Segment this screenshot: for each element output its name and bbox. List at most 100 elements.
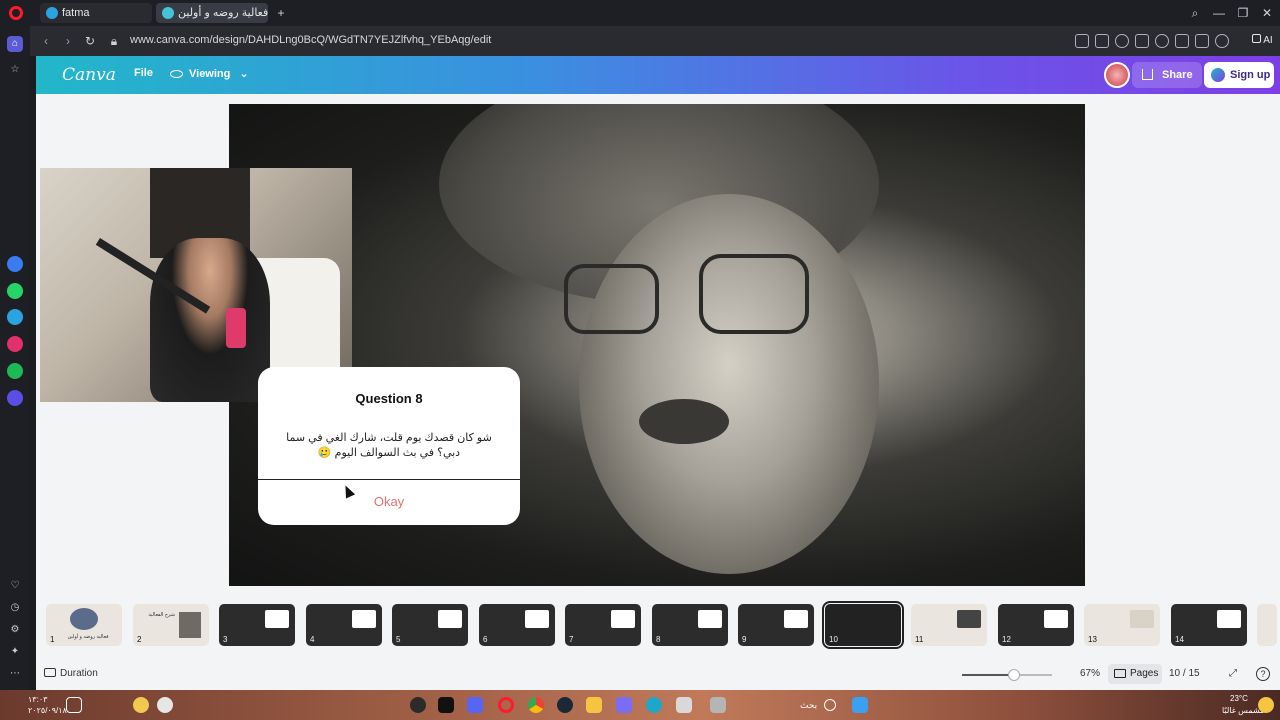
player-icon[interactable] xyxy=(7,390,23,406)
tab-canva-design[interactable]: فعالية روضه و أولين - ation xyxy=(156,3,268,23)
opera-taskbar-icon[interactable] xyxy=(498,697,514,713)
share-button[interactable]: Share xyxy=(1132,62,1202,88)
spotify-icon[interactable] xyxy=(7,363,23,379)
menu-icon[interactable] xyxy=(1195,34,1209,48)
page-thumbnail[interactable]: 14 xyxy=(1171,604,1247,646)
zoom-level[interactable]: 67% xyxy=(1080,668,1100,679)
folder-icon[interactable] xyxy=(586,697,602,713)
duration-button[interactable]: Duration xyxy=(44,668,98,679)
canva-logo[interactable]: Canva xyxy=(62,65,116,85)
glasses-left xyxy=(564,264,659,334)
eye-icon xyxy=(170,70,183,78)
steam-icon[interactable] xyxy=(557,697,573,713)
question-dialog: Question 8 شو كان قصدك يوم قلت، شارك الغ… xyxy=(258,367,520,525)
reload-icon[interactable]: ↻ xyxy=(82,33,98,49)
search-tabs-icon[interactable]: ⌕ xyxy=(1186,4,1204,22)
page-thumbnail-selected[interactable]: 10 xyxy=(822,601,904,649)
page-thumbnail[interactable]: فعالية روضه و أولين 1 xyxy=(46,604,122,646)
camera-icon[interactable] xyxy=(1095,34,1109,48)
mouth-shape xyxy=(639,399,729,444)
instagram-icon[interactable] xyxy=(7,336,23,352)
page-thumbnail[interactable]: 5 xyxy=(392,604,468,646)
app-icon[interactable] xyxy=(676,697,692,713)
browser-tab-bar: fatma فعالية روضه و أولين - ation + ⌕ — … xyxy=(0,0,1280,26)
windows-start-icon[interactable] xyxy=(852,697,868,713)
sign-up-button[interactable]: Sign up xyxy=(1204,62,1274,88)
more-dots-icon[interactable]: ⋯ xyxy=(7,666,23,682)
zoom-slider[interactable] xyxy=(962,669,1052,681)
opera-logo-icon[interactable] xyxy=(9,6,23,20)
bookmarks-icon[interactable]: ☆ xyxy=(7,62,23,78)
duration-icon xyxy=(44,668,56,677)
page-thumbnail[interactable]: شرح الفعالية 2 xyxy=(133,604,209,646)
tiktok-icon[interactable] xyxy=(438,697,454,713)
zoom-slider-fill xyxy=(962,674,1014,676)
forward-icon[interactable]: › xyxy=(60,33,76,49)
pen-icon[interactable] xyxy=(710,697,726,713)
new-tab-icon[interactable]: + xyxy=(272,4,290,22)
fullscreen-icon[interactable]: ⤢ xyxy=(1229,668,1237,679)
page-thumbnail[interactable]: 11 xyxy=(911,604,987,646)
pages-button[interactable]: Pages xyxy=(1108,664,1162,684)
pinned-app-icon[interactable] xyxy=(616,697,632,713)
viewing-mode-button[interactable]: Viewing ⌄ xyxy=(170,67,249,80)
zoom-slider-handle[interactable] xyxy=(1008,669,1020,681)
maximize-icon[interactable]: ❐ xyxy=(1234,4,1252,22)
chevron-down-icon: ⌄ xyxy=(239,68,249,80)
heart-icon[interactable]: ♡ xyxy=(7,578,23,594)
whatsapp-icon[interactable] xyxy=(7,283,23,299)
download-icon[interactable] xyxy=(1175,34,1189,48)
page-thumbnail[interactable]: 8 xyxy=(652,604,728,646)
taskbar-time: ١٣:٠٣ xyxy=(28,695,48,704)
lightbulb-icon[interactable]: ✦ xyxy=(7,644,23,660)
user-avatar[interactable] xyxy=(1104,62,1130,88)
chrome-icon[interactable] xyxy=(528,697,544,713)
play-icon[interactable] xyxy=(1135,34,1149,48)
messenger-icon[interactable] xyxy=(7,256,23,272)
heart-outline-icon[interactable] xyxy=(1155,34,1169,48)
page-thumbnail[interactable]: 3 xyxy=(219,604,295,646)
tab-fatma[interactable]: fatma xyxy=(40,3,152,23)
share-icon xyxy=(1142,69,1153,80)
thumbnail-card xyxy=(1130,610,1154,628)
page-thumbnail-partial[interactable] xyxy=(1257,604,1277,646)
shield-icon[interactable] xyxy=(1115,34,1129,48)
page-thumbnail[interactable]: 7 xyxy=(565,604,641,646)
network-icon[interactable] xyxy=(66,697,82,713)
settings-gear-icon[interactable]: ⚙ xyxy=(7,622,23,638)
page-thumbnail[interactable]: 6 xyxy=(479,604,555,646)
telegram-sidebar-icon[interactable] xyxy=(7,309,23,325)
file-menu-button[interactable]: File xyxy=(134,67,153,79)
history-icon[interactable]: ◷ xyxy=(7,600,23,616)
obs-icon[interactable] xyxy=(410,697,426,713)
webcam-person xyxy=(150,238,270,402)
face-photo xyxy=(579,194,879,574)
thumbnail-title: فعالية روضه و أولين xyxy=(67,634,109,640)
thumbnail-card xyxy=(957,610,981,628)
page-thumbnail[interactable]: 13 xyxy=(1084,604,1160,646)
thumbnail-photo xyxy=(70,608,98,630)
page-thumbnail[interactable]: 4 xyxy=(306,604,382,646)
help-icon[interactable]: ? xyxy=(1256,667,1270,681)
cloud-icon[interactable] xyxy=(157,697,173,713)
back-icon[interactable]: ‹ xyxy=(38,33,54,49)
search-icon[interactable] xyxy=(824,699,836,711)
discord-icon[interactable] xyxy=(467,697,483,713)
mic-icon[interactable] xyxy=(133,697,149,713)
profile-icon[interactable] xyxy=(1215,34,1229,48)
ai-button[interactable]: AI xyxy=(1252,32,1278,50)
edge-icon[interactable] xyxy=(646,697,662,713)
close-window-icon[interactable]: ✕ xyxy=(1258,4,1276,22)
taskbar-search[interactable]: بحث xyxy=(800,700,817,711)
page-thumbnail[interactable]: 12 xyxy=(998,604,1074,646)
thumbnail-card xyxy=(1217,610,1241,628)
edit-icon[interactable] xyxy=(1075,34,1089,48)
thumbnail-photo xyxy=(179,612,201,638)
home-icon[interactable]: ⌂ xyxy=(7,36,23,52)
url-field[interactable]: www.canva.com/design/DAHDLng0BcQ/WGdTN7Y… xyxy=(130,34,491,46)
okay-button[interactable]: Okay xyxy=(258,485,520,519)
thumbnail-card xyxy=(438,610,462,628)
page-thumbnail[interactable]: 9 xyxy=(738,604,814,646)
canva-favicon-icon xyxy=(162,7,174,19)
minimize-icon[interactable]: — xyxy=(1210,4,1228,22)
